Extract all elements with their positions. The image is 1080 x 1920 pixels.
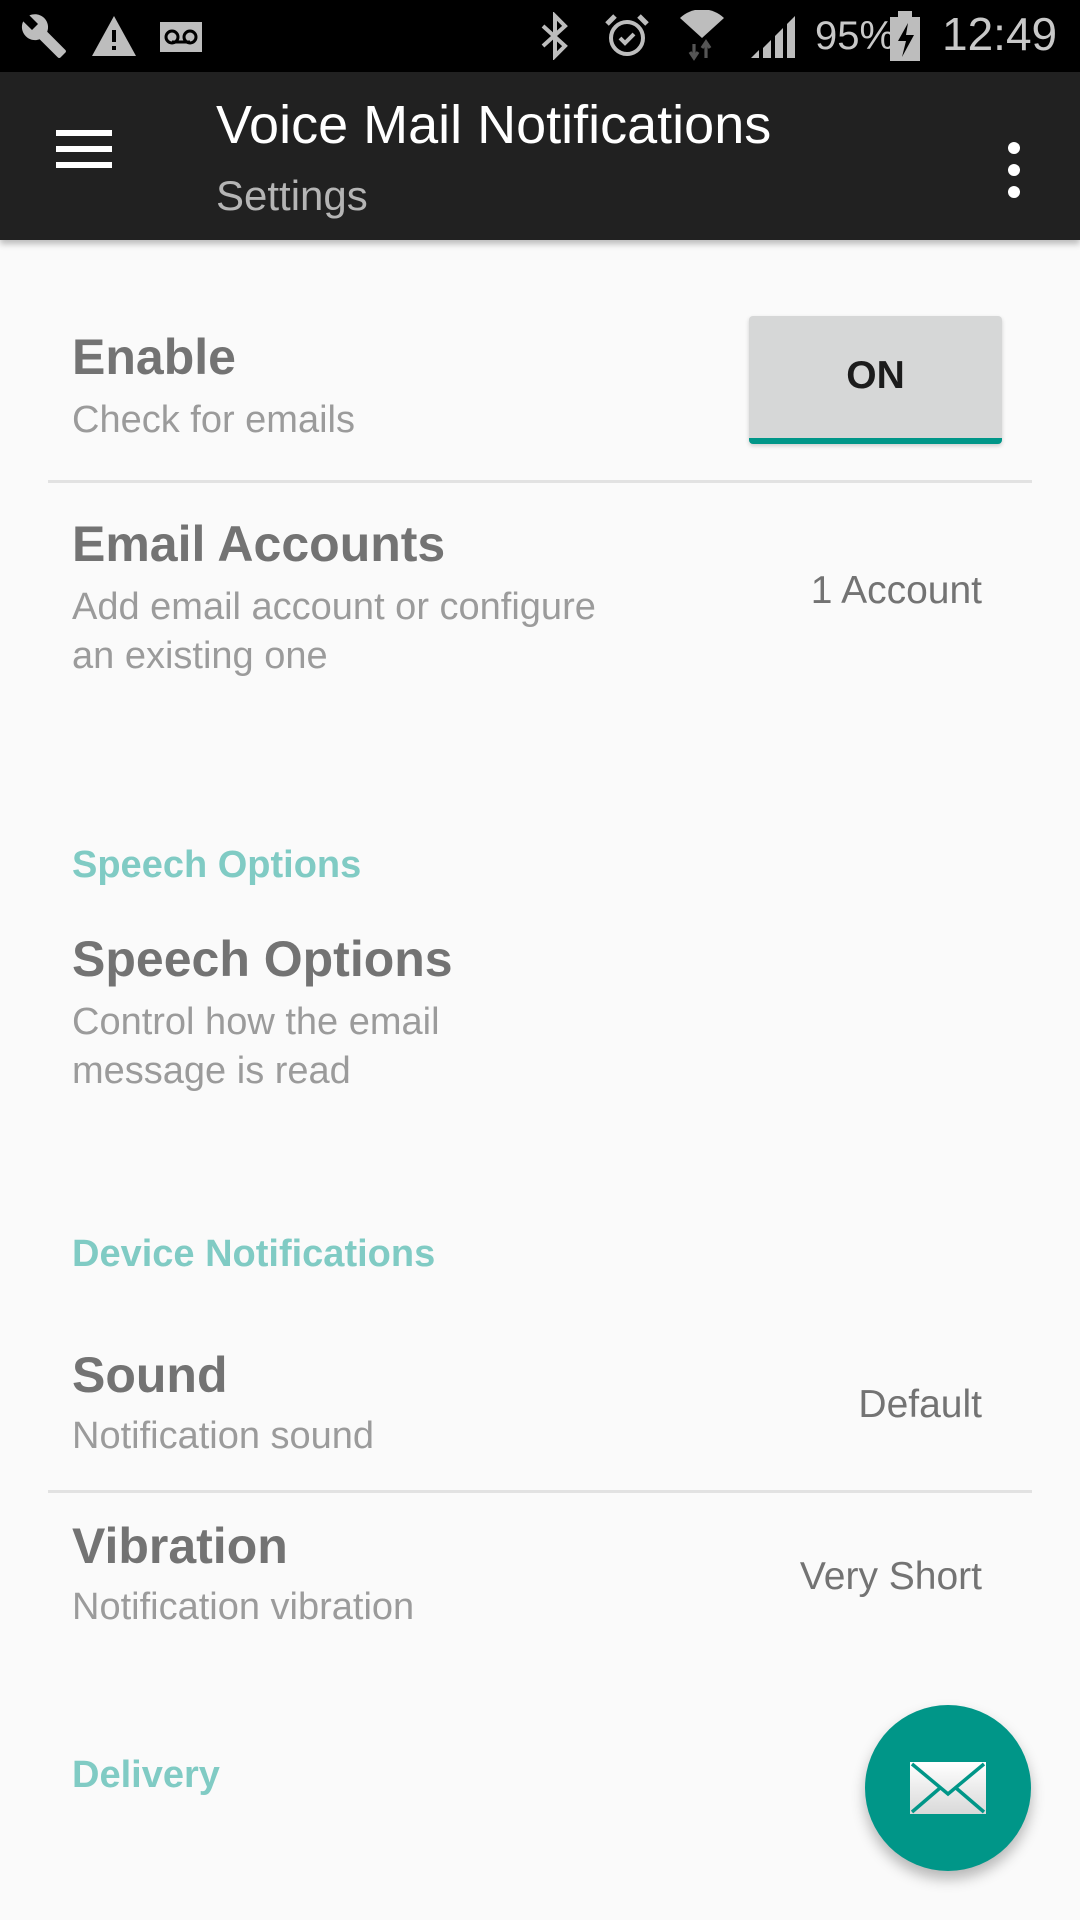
enable-toggle-button[interactable]: ON (749, 316, 1002, 444)
pref-email-accounts-title: Email Accounts (72, 516, 446, 572)
category-device-notifications: Device Notifications (72, 1233, 436, 1275)
wifi-icon (672, 10, 732, 61)
category-delivery: Delivery (72, 1754, 220, 1796)
pref-sound[interactable]: Sound Notification sound Default (0, 1300, 1080, 1490)
clock: 12:49 (942, 8, 1058, 60)
pref-vibration[interactable]: Vibration Notification vibration Very Sh… (0, 1493, 1080, 1673)
pref-sound-value: Default (858, 1383, 982, 1426)
hamburger-menu-icon[interactable] (40, 122, 128, 178)
warning-icon (88, 12, 140, 60)
app-bar: Voice Mail Notifications Settings (0, 72, 1080, 240)
pref-vibration-value: Very Short (799, 1555, 982, 1598)
alarm-icon (600, 12, 654, 60)
settings-list: Enable Check for emails ON Email Account… (0, 240, 1080, 1920)
bluetooth-icon (535, 12, 575, 60)
toggle-indicator (749, 438, 1002, 444)
pref-vibration-title: Vibration (72, 1518, 288, 1574)
pref-speech-options-summary-line2: message is read (72, 1050, 351, 1092)
pref-enable-summary: Check for emails (72, 399, 355, 441)
pref-email-accounts-value: 1 Account (810, 569, 982, 612)
pref-enable[interactable]: Enable Check for emails ON (0, 240, 1080, 480)
pref-email-accounts-summary-line1: Add email account or configure (72, 586, 596, 628)
toggle-label: ON (846, 354, 905, 397)
voicemail-icon (160, 12, 204, 60)
pref-email-accounts-summary-line2: an existing one (72, 635, 328, 677)
app-title: Voice Mail Notifications (216, 95, 772, 155)
pref-sound-title: Sound (72, 1347, 228, 1403)
battery-charging-icon (890, 11, 920, 61)
battery-percent: 95% (815, 14, 896, 58)
app-subtitle: Settings (216, 172, 368, 219)
pref-sound-summary: Notification sound (72, 1415, 375, 1457)
wrench-icon (18, 12, 70, 60)
pref-vibration-summary: Notification vibration (72, 1586, 415, 1628)
pref-email-accounts[interactable]: Email Accounts Add email account or conf… (0, 483, 1080, 723)
pref-enable-title: Enable (72, 329, 236, 385)
cellular-signal-icon (748, 12, 800, 60)
pref-speech-options-title: Speech Options (72, 931, 453, 987)
email-envelope-icon (910, 1762, 986, 1814)
compose-email-fab[interactable] (865, 1705, 1031, 1871)
status-bar: 95% 12:49 (0, 0, 1080, 72)
category-speech-options: Speech Options (72, 844, 362, 886)
more-vert-icon[interactable] (990, 130, 1038, 210)
pref-speech-options[interactable]: Speech Options Control how the email mes… (0, 930, 1080, 1150)
pref-speech-options-summary-line1: Control how the email (72, 1001, 440, 1043)
